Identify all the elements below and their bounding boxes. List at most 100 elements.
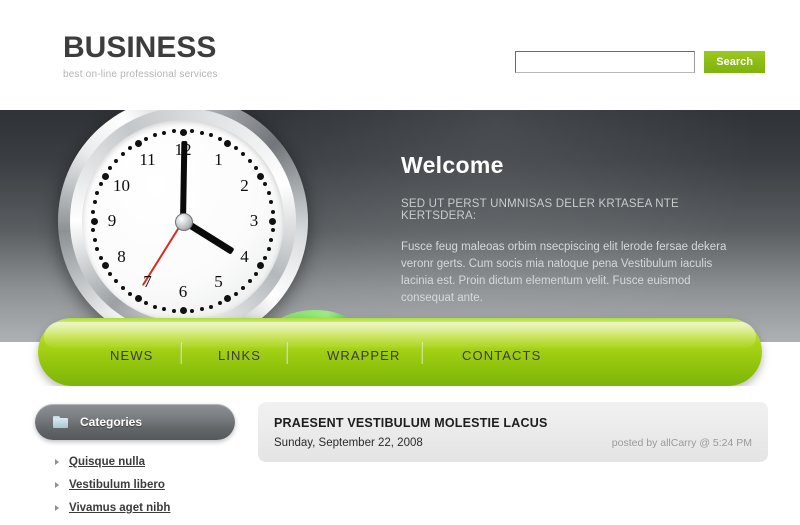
- clock-numeral-12: 12: [174, 140, 192, 159]
- clock-numeral-7: 7: [143, 272, 152, 292]
- clock-numeral-8: 8: [117, 246, 126, 266]
- clock-tick: [128, 146, 133, 151]
- clock-tick: [233, 291, 238, 296]
- clock-numeral-11: 11: [139, 149, 156, 169]
- clock-tick: [153, 304, 158, 309]
- clock-numeral-9: 9: [107, 211, 117, 230]
- sidebar-header-label: Categories: [80, 415, 143, 429]
- clock-numeral-5: 5: [214, 272, 223, 292]
- clock-tick: [241, 152, 246, 157]
- clock-tick: [95, 191, 100, 196]
- post-title: PRAESENT VESTIBULUM MOLESTIE LACUS: [274, 416, 548, 430]
- search-area: Search: [515, 51, 765, 73]
- post-date: Sunday, September 22, 2008: [274, 437, 423, 449]
- clock-tick: [269, 200, 274, 205]
- clock-tick: [114, 279, 119, 284]
- clock-tick: [253, 166, 258, 171]
- sidebar-link-2[interactable]: Vestibulum libero: [69, 479, 165, 491]
- clock-tick: [171, 129, 176, 134]
- clock-tick: [135, 294, 142, 302]
- clock-tick: [114, 158, 119, 163]
- clock-tick: [247, 158, 252, 163]
- clock-tick: [128, 291, 133, 296]
- sidebar-link-3[interactable]: Vivamus aget nibh: [69, 502, 170, 514]
- nav-separator: [286, 342, 288, 364]
- clock-tick: [199, 130, 204, 135]
- banner-text-block: Welcome SED UT PERST UNMNISAS DELER KRTA…: [401, 152, 731, 307]
- sidebar-list: Quisque nulla Vestibulum libero Vivamus ag…: [35, 456, 235, 514]
- main-navigation: NEWS LINKS WRAPPER CONTACTS: [38, 318, 762, 386]
- clock-face: 1 2 3 4 5 6 7 8 9 10 11 12: [82, 120, 284, 322]
- clock-tick: [102, 173, 110, 180]
- clock-tick: [270, 228, 275, 233]
- clock-numeral-3: 3: [249, 211, 259, 230]
- clock-numeral-10: 10: [113, 175, 130, 195]
- logo-title: BUSINESS: [63, 31, 217, 64]
- nav-item-news[interactable]: NEWS: [108, 348, 155, 363]
- sidebar-link-1[interactable]: Quisque nulla: [69, 456, 145, 468]
- post-header: PRAESENT VESTIBULUM MOLESTIE LACUS Sunda…: [258, 402, 768, 462]
- clock-tick: [217, 301, 222, 306]
- nav-separator: [421, 342, 423, 364]
- clock-tick: [98, 255, 103, 260]
- chevron-right-icon: [55, 459, 59, 465]
- sidebar: Categories Quisque nulla Vestibulum liber…: [35, 404, 235, 525]
- clock-tick: [120, 285, 125, 290]
- clock-numeral-4: 4: [240, 246, 249, 266]
- clock-tick: [135, 140, 142, 148]
- clock-tick: [144, 136, 149, 141]
- list-item[interactable]: Vivamus aget nibh: [55, 502, 235, 514]
- nav-items: NEWS LINKS WRAPPER CONTACTS: [38, 318, 762, 386]
- clock-tick: [253, 271, 258, 276]
- nav-item-contacts[interactable]: CONTACTS: [460, 348, 543, 363]
- clock-tick: [263, 182, 268, 187]
- hero-banner: 1 2 3 4 5 6 7 8 9 10 11 12 Welcome SED UT PERST UNM…: [0, 110, 800, 342]
- sidebar-header[interactable]: Categories: [35, 404, 235, 440]
- clock-tick: [269, 237, 274, 242]
- clock-tick: [92, 200, 97, 205]
- clock-tick: [95, 246, 100, 251]
- clock-tick: [153, 133, 158, 138]
- list-item[interactable]: Quisque nulla: [55, 456, 235, 468]
- list-item[interactable]: Vestibulum libero: [55, 479, 235, 491]
- clock-tick: [179, 128, 187, 136]
- clock-tick: [233, 146, 238, 151]
- page-header: BUSINESS best on-line professional servi…: [0, 0, 800, 110]
- clock-tick: [266, 191, 271, 196]
- clock-tick: [266, 246, 271, 251]
- clock-tick: [208, 133, 213, 138]
- clock-tick: [224, 294, 231, 302]
- nav-separator: [180, 342, 182, 364]
- clock-icon: 1 2 3 4 5 6 7 8 9 10 11 12: [58, 110, 308, 342]
- clock-tick: [162, 130, 167, 135]
- clock-tick: [263, 255, 268, 260]
- clock-tick: [102, 262, 110, 269]
- search-button[interactable]: Search: [704, 51, 765, 73]
- folder-icon: [53, 416, 68, 428]
- clock-numeral-1: 1: [214, 149, 223, 169]
- clock-tick: [120, 152, 125, 157]
- clock-tick: [190, 129, 195, 134]
- clock-tick: [247, 279, 252, 284]
- nav-item-wrapper[interactable]: WRAPPER: [325, 348, 402, 363]
- clock-tick: [162, 307, 167, 312]
- clock-tick: [224, 140, 231, 148]
- main-area: Categories Quisque nulla Vestibulum liber…: [0, 386, 800, 514]
- banner-body: Fusce feug maleoas orbim nsecpiscing eli…: [401, 241, 727, 304]
- clock-center-cap: [175, 213, 193, 231]
- search-input[interactable]: [515, 51, 696, 73]
- logo-tagline: best on-line professional services: [63, 69, 218, 80]
- banner-title: Welcome: [401, 152, 504, 178]
- clock-tick: [108, 166, 113, 171]
- content-area: PRAESENT VESTIBULUM MOLESTIE LACUS Sunda…: [258, 402, 768, 462]
- clock-numeral-2: 2: [240, 175, 249, 195]
- logo[interactable]: BUSINESS best on-line professional servi…: [63, 31, 218, 81]
- clock-tick: [90, 217, 98, 225]
- clock-tick: [91, 209, 96, 214]
- nav-item-links[interactable]: LINKS: [216, 348, 263, 363]
- clock-numeral-6: 6: [178, 282, 188, 301]
- clock-tick: [108, 271, 113, 276]
- clock-tick: [256, 173, 264, 180]
- clock-tick: [208, 304, 213, 309]
- post-author: posted by allCarry @ 5:24 PM: [611, 437, 752, 449]
